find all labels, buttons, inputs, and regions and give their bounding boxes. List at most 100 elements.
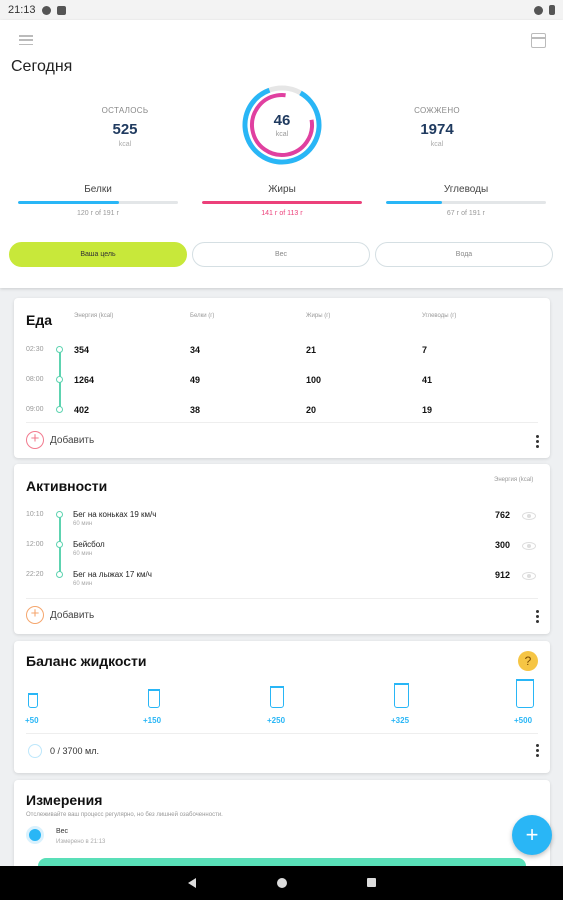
portion-325[interactable]: +325 (391, 716, 409, 725)
divider (26, 598, 538, 599)
timeline-dot (56, 406, 63, 413)
meal-energy: 1264 (74, 375, 95, 385)
food-col-energy: Энергия (kcal) (74, 313, 114, 319)
add-food-button[interactable]: + Добавить (26, 431, 94, 449)
meal-energy: 354 (74, 345, 90, 355)
macro-protein: Белки 120 г of 191 г (18, 184, 178, 217)
wifi-icon (534, 5, 543, 15)
macro-progress-bar (202, 201, 362, 204)
timeline-dot (56, 541, 63, 548)
macro-fat: Жиры 141 г of 113 г (202, 184, 362, 217)
food-col-protein: Белки (г) (190, 313, 215, 319)
macro-carbs: Углеводы 67 г of 191 г (386, 184, 546, 217)
divider (26, 733, 538, 734)
sd-card-icon (56, 5, 66, 15)
timeline-dot (56, 571, 63, 578)
glass-50-icon[interactable] (28, 693, 38, 708)
activity-energy: 300 (494, 540, 510, 550)
macro-name: Углеводы (443, 184, 489, 195)
meal-energy: 402 (74, 405, 90, 415)
add-food-label: Добавить (50, 434, 95, 446)
timeline-dot (56, 376, 63, 383)
macro-name: Жиры (268, 184, 296, 195)
thinking-emoji-icon: ? (518, 651, 538, 671)
activities-more-icon[interactable] (536, 610, 540, 623)
macro-name: Белки (84, 184, 112, 195)
water-progress-text: 0 / 3700 мл. (50, 746, 99, 756)
page-title: Сегодня (11, 58, 73, 75)
food-more-icon[interactable] (536, 435, 540, 448)
macro-progress-fill (386, 201, 442, 204)
food-title: Еда (26, 312, 53, 328)
battery-icon (549, 5, 555, 15)
meal-fat: 21 (306, 345, 317, 355)
measurements-description: Отслеживайте ваш процесс регулярно, но б… (26, 812, 223, 818)
activities-col-energy: Энергия (kcal) (494, 477, 534, 483)
measurements-title: Измерения (26, 792, 103, 808)
portion-500[interactable]: +500 (514, 716, 532, 725)
plus-icon: + (26, 606, 44, 624)
calendar-icon[interactable] (531, 33, 546, 48)
measurement-action-button[interactable] (38, 858, 526, 866)
tab-goal[interactable]: Ваша цель (9, 242, 187, 267)
burned-label: СОЖЖЕНО (414, 106, 460, 115)
timeline-dot (56, 346, 63, 353)
fluid-more-icon[interactable] (536, 744, 540, 757)
activity-duration: 60 мин (73, 581, 93, 587)
meal-protein: 49 (190, 375, 201, 385)
scale-icon[interactable] (26, 826, 44, 844)
meal-carbs: 41 (422, 375, 433, 385)
recents-icon[interactable] (367, 878, 376, 887)
portion-250[interactable]: +250 (267, 716, 285, 725)
meal-fat: 20 (306, 405, 317, 415)
food-col-fat: Жиры (г) (306, 313, 331, 319)
menu-icon[interactable] (19, 35, 33, 46)
meal-time: 08:00 (26, 376, 44, 383)
glass-150-icon[interactable] (148, 689, 160, 708)
add-fab-button[interactable]: + (512, 815, 552, 855)
summary-header: Сегодня ОСТАЛОСЬ 525 kcal 46 kcal СОЖЖЕН… (0, 20, 563, 288)
glass-500-icon[interactable] (516, 679, 534, 708)
activity-energy: 762 (494, 510, 510, 520)
remaining-stat: ОСТАЛОСЬ 525 kcal (65, 106, 185, 148)
back-icon[interactable] (188, 878, 196, 888)
remaining-label: ОСТАЛОСЬ (101, 106, 149, 115)
eye-icon[interactable] (522, 512, 536, 520)
macro-progress-fill (202, 201, 362, 204)
macro-progress-fill (18, 201, 119, 204)
home-icon[interactable] (277, 878, 287, 888)
measurement-name[interactable]: Вес (56, 828, 68, 835)
meal-time: 02:30 (26, 346, 44, 353)
divider (26, 422, 538, 423)
food-col-carbs: Углеводы (г) (422, 313, 457, 319)
activity-duration: 60 мин (73, 551, 93, 557)
macro-amount: 120 г of 191 г (76, 210, 120, 217)
add-activity-button[interactable]: + Добавить (26, 606, 94, 624)
activity-name: Бег на коньках 19 км/ч (73, 510, 157, 519)
water-progress-icon (28, 744, 42, 758)
meal-carbs: 7 (422, 345, 428, 355)
system-nav-bar (0, 866, 563, 900)
macro-progress-bar (386, 201, 546, 204)
activity-duration: 60 мин (73, 521, 93, 527)
tab-weight[interactable]: Вес (192, 242, 370, 267)
burned-stat: СОЖЖЕНО 1974 kcal (377, 106, 497, 148)
eye-icon[interactable] (522, 572, 536, 580)
tab-water[interactable]: Вода (375, 242, 553, 267)
meal-carbs: 19 (422, 405, 433, 415)
activity-time: 12:00 (26, 541, 44, 548)
meal-protein: 34 (190, 345, 201, 355)
eye-icon[interactable] (522, 542, 536, 550)
portion-50[interactable]: +50 (25, 716, 39, 725)
timeline-dot (56, 511, 63, 518)
activity-name: Бег на лыжах 17 км/ч (73, 570, 152, 579)
add-activity-label: Добавить (50, 609, 95, 621)
burned-value: 1974 (420, 121, 454, 138)
eaten-value: 46 (273, 112, 291, 129)
activity-time: 22:20 (26, 571, 44, 578)
portion-150[interactable]: +150 (143, 716, 161, 725)
activity-time: 10:10 (26, 511, 44, 518)
burned-unit: kcal (430, 141, 444, 148)
glass-250-icon[interactable] (270, 686, 284, 708)
glass-325-icon[interactable] (394, 683, 409, 708)
